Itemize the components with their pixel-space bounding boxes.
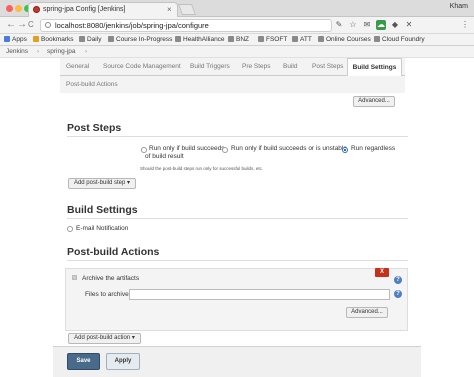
folder-icon [175, 36, 181, 42]
tab-post-build-actions[interactable]: Post-build Actions [66, 76, 118, 93]
tab-title: spring-jpa Config [Jenkins] [43, 6, 126, 13]
jenkins-favicon-icon [33, 6, 40, 13]
folder-icon [228, 36, 234, 42]
bookmark-course-in-progress[interactable]: Course In-Progress [108, 34, 172, 45]
breadcrumb-separator: › [85, 48, 88, 55]
folder-icon [108, 36, 114, 42]
breadcrumb-jenkins[interactable]: Jenkins [6, 46, 28, 57]
address-bar[interactable]: localhost:8080/jenkins/job/spring-jpa/co… [40, 19, 332, 32]
folder-icon [374, 36, 380, 42]
tab-build-triggers[interactable]: Build Triggers [190, 58, 230, 75]
green-extension-icon[interactable]: ☁ [376, 20, 386, 30]
bookmark-healthalliance[interactable]: HealthAlliance [175, 34, 225, 45]
add-post-build-step-button[interactable]: Add post-build step ▾ [68, 178, 136, 189]
bookmarks-bar: Apps Bookmarks Daily Course In-Progress … [0, 34, 474, 46]
email-notification-label: E-mail Notification [76, 225, 129, 232]
tab-build[interactable]: Build [283, 58, 297, 75]
tab-source-code-management[interactable]: Source Code Management [103, 58, 181, 75]
post-build-actions-heading: Post-build Actions [67, 246, 160, 258]
divider [67, 218, 408, 219]
tab-post-steps[interactable]: Post Steps [312, 58, 343, 75]
breadcrumb: Jenkins › spring-jpa › [0, 46, 474, 58]
pen-extension-icon[interactable]: ✎ [334, 20, 344, 30]
browser-tab[interactable]: spring-jpa Config [Jenkins] × [28, 2, 178, 17]
email-notification-checkbox[interactable] [67, 226, 73, 232]
archive-advanced-button[interactable]: Advanced... [346, 307, 388, 318]
files-to-archive-input[interactable] [129, 289, 390, 300]
tab-build-settings[interactable]: Build Settings [347, 58, 402, 77]
tab-general[interactable]: General [66, 58, 89, 75]
breadcrumb-separator: › [37, 48, 40, 55]
bookmark-star-icon[interactable]: ☆ [348, 20, 358, 30]
mail-extension-icon[interactable]: ✉ [362, 20, 372, 30]
bookmark-bookmarks[interactable]: Bookmarks [33, 34, 74, 45]
post-steps-help-note: Should the post-build steps run only for… [140, 166, 264, 171]
folder-icon [292, 36, 298, 42]
divider [67, 260, 408, 261]
help-icon[interactable]: ? [394, 276, 402, 284]
save-button[interactable]: Save [67, 353, 100, 370]
radio-run-regardless[interactable] [342, 147, 348, 153]
window-minimize-button[interactable] [15, 5, 22, 12]
advanced-button[interactable]: Advanced... [353, 96, 395, 107]
delete-action-button[interactable]: X [375, 268, 389, 277]
new-tab-button[interactable] [177, 4, 197, 15]
build-settings-heading: Build Settings [67, 204, 138, 216]
tab-pre-steps[interactable]: Pre Steps [242, 58, 271, 75]
radio-build-succeeds-label: Run only if build succeeds [149, 145, 225, 152]
back-icon[interactable]: ← [6, 18, 16, 32]
close-extension-icon[interactable]: ✕ [404, 20, 414, 30]
star-icon [33, 36, 39, 42]
config-tabs-row-2: Post-build Actions [60, 76, 405, 93]
folder-icon [318, 36, 324, 42]
menu-kebab-icon[interactable]: ⋮ [460, 20, 470, 30]
radio-run-regardless-label-cont: of build result [145, 153, 184, 160]
archive-artifacts-title: Archive the artifacts [82, 275, 140, 282]
apps-icon [4, 36, 10, 42]
post-steps-heading: Post Steps [67, 122, 122, 134]
forward-icon[interactable]: → [17, 18, 27, 32]
radio-run-regardless-label: Run regardless [351, 145, 396, 152]
breadcrumb-job[interactable]: spring-jpa [47, 46, 76, 57]
help-icon[interactable]: ? [394, 290, 402, 298]
bookmark-apps[interactable]: Apps [4, 34, 27, 45]
profile-name[interactable]: Kham [450, 3, 468, 10]
browser-tab-strip: spring-jpa Config [Jenkins] × Kham [0, 0, 474, 17]
folder-icon [258, 36, 264, 42]
bookmark-fsoft[interactable]: FSOFT [258, 34, 287, 45]
window-close-button[interactable] [6, 5, 13, 12]
add-post-build-action-button[interactable]: Add post-build action ▾ [68, 333, 141, 344]
bookmark-att[interactable]: ATT [292, 34, 312, 45]
bookmark-daily[interactable]: Daily [79, 34, 101, 45]
apply-button[interactable]: Apply [106, 353, 140, 370]
bookmark-bnz[interactable]: BNZ [228, 34, 249, 45]
browser-toolbar: ← → C localhost:8080/jenkins/job/spring-… [0, 17, 474, 34]
page-info-icon[interactable] [45, 22, 51, 28]
reload-icon[interactable]: C [28, 18, 34, 32]
radio-succeeds-or-unstable-label: Run only if build succeeds or is unstabl… [231, 145, 347, 152]
drag-handle-icon[interactable] [72, 275, 77, 280]
divider [67, 136, 408, 137]
tab-close-icon[interactable]: × [167, 3, 172, 17]
files-to-archive-label: Files to archive [85, 291, 129, 298]
folder-icon [79, 36, 85, 42]
radio-succeeds-or-unstable[interactable] [222, 147, 228, 153]
bookmark-cloud-foundry[interactable]: Cloud Foundry [374, 34, 425, 45]
url-text: localhost:8080/jenkins/job/spring-jpa/co… [55, 21, 209, 30]
bookmark-online-courses[interactable]: Online Courses [318, 34, 371, 45]
diamond-extension-icon[interactable]: ◆ [390, 20, 400, 30]
